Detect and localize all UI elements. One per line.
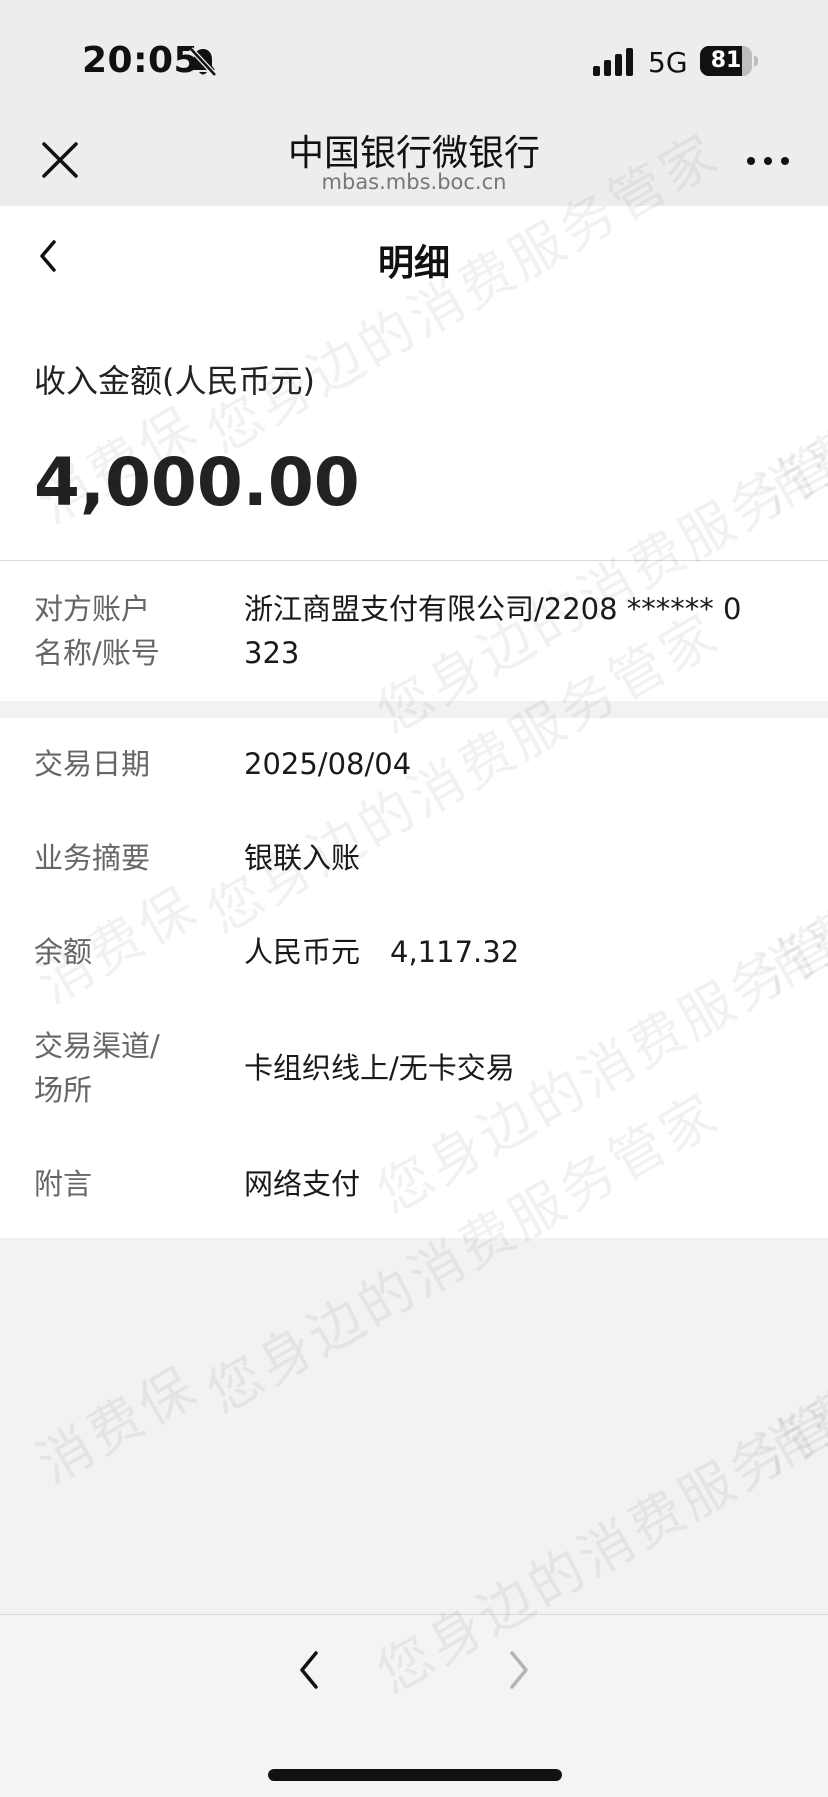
watermark-text: 消费保 bbox=[746, 1344, 828, 1486]
date-label: 交易日期 bbox=[34, 747, 151, 781]
signal-icon bbox=[593, 48, 633, 76]
bell-slash-icon bbox=[189, 47, 217, 77]
channel-label-line2: 场所 bbox=[34, 1073, 93, 1107]
summary-label: 业务摘要 bbox=[34, 841, 151, 875]
date-value: 2025/08/04 bbox=[244, 747, 412, 781]
amount-label: 收入金额(人民币元) bbox=[34, 362, 315, 400]
balance-label: 余额 bbox=[34, 935, 93, 969]
balance-value: 4,117.32 bbox=[390, 935, 520, 969]
bottom-toolbar bbox=[0, 1614, 828, 1797]
remark-label: 附言 bbox=[34, 1167, 93, 1201]
watermark-text: 消费保 bbox=[26, 1354, 209, 1496]
balance-currency: 人民币元 bbox=[244, 935, 361, 969]
status-bar: 20:05 5G 81 bbox=[0, 0, 828, 110]
counterparty-value: 浙江商盟支付有限公司/2208 ****** 0 323 bbox=[244, 587, 794, 675]
channel-value: 卡组织线上/无卡交易 bbox=[244, 1051, 515, 1085]
home-indicator bbox=[268, 1769, 562, 1781]
channel-label-line1: 交易渠道/ bbox=[34, 1029, 160, 1063]
page-title: 明细 bbox=[377, 243, 450, 284]
remark-value: 网络支付 bbox=[244, 1167, 361, 1201]
counterparty-section: 对方账户 名称/账号 浙江商盟支付有限公司/2208 ****** 0 323 bbox=[0, 561, 828, 701]
counterparty-label-line1: 对方账户 bbox=[34, 592, 151, 626]
balance-value-row: 人民币元 4,117.32 bbox=[244, 930, 519, 974]
summary-value: 银联入账 bbox=[244, 841, 361, 875]
counterparty-value-line1: 浙江商盟支付有限公司/2208 ****** 0 bbox=[244, 592, 742, 626]
browser-nav-bar: 中国银行微银行 mbas.mbs.boc.cn bbox=[0, 110, 828, 206]
battery-icon: 81 bbox=[700, 46, 758, 76]
counterparty-value-line2: 323 bbox=[244, 636, 300, 670]
status-time: 20:05 bbox=[82, 40, 200, 81]
more-icon[interactable] bbox=[746, 156, 790, 166]
chevron-right-icon[interactable] bbox=[504, 1647, 534, 1693]
network-type: 5G bbox=[648, 46, 688, 79]
battery-level: 81 bbox=[710, 48, 742, 73]
detail-header: 明细 收入金额(人民币元) 4,000.00 bbox=[0, 206, 828, 560]
counterparty-label-line2: 名称/账号 bbox=[34, 636, 160, 670]
nav-url: mbas.mbs.boc.cn bbox=[321, 170, 507, 194]
transaction-details: 交易日期 2025/08/04 业务摘要 银联入账 余额 人民币元 4,117.3… bbox=[0, 718, 828, 1238]
amount-value: 4,000.00 bbox=[34, 444, 360, 521]
chevron-left-icon[interactable] bbox=[294, 1647, 324, 1693]
channel-label: 交易渠道/ 场所 bbox=[34, 1024, 160, 1112]
nav-title: 中国银行微银行 bbox=[287, 133, 540, 174]
counterparty-label: 对方账户 名称/账号 bbox=[34, 587, 160, 675]
